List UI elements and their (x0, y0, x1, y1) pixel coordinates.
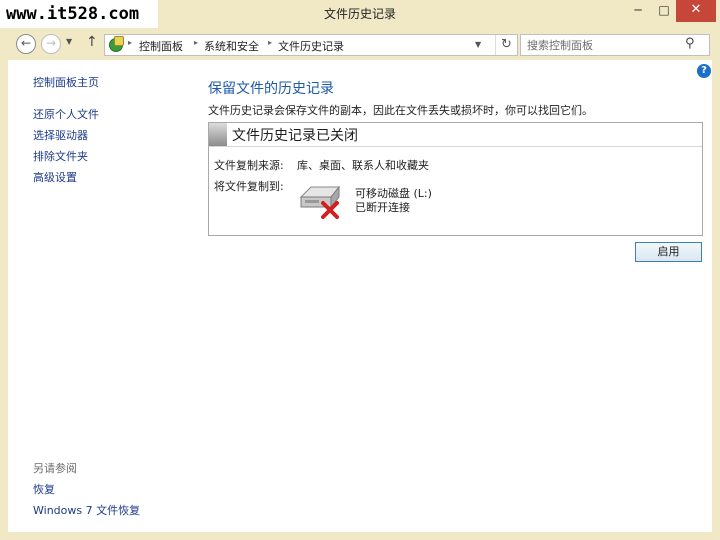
sidebar-item-select-drive[interactable]: 选择驱动器 (33, 127, 88, 143)
sidebar-item-home[interactable]: 控制面板主页 (33, 74, 99, 90)
title-bar: 文件历史记录 www.it528.com ─ □ ✕ (0, 0, 720, 30)
maximize-button[interactable]: □ (652, 0, 676, 22)
window: 文件历史记录 www.it528.com ─ □ ✕ ← → ▼ ↑ ▸ 控制面… (0, 0, 720, 540)
source-label: 文件复制来源: (214, 159, 284, 172)
minimize-button[interactable]: ─ (624, 0, 652, 22)
enable-button[interactable]: 启用 (635, 242, 702, 262)
source-value: 库、桌面、联系人和收藏夹 (297, 159, 429, 172)
recent-locations-button[interactable]: ▼ (66, 37, 72, 46)
close-button[interactable]: ✕ (676, 0, 716, 22)
target-label: 将文件复制到: (214, 180, 284, 193)
status-panel: 文件历史记录已关闭 文件复制来源: 库、桌面、联系人和收藏夹 将文件复制到: 可… (208, 122, 703, 236)
watermark: www.it528.com (0, 0, 158, 28)
see-also-heading: 另请参阅 (33, 462, 77, 475)
address-dropdown-icon[interactable]: ▼ (475, 40, 481, 49)
chevron-right-icon[interactable]: ▸ (128, 38, 132, 47)
sidebar-item-exclude-folders[interactable]: 排除文件夹 (33, 148, 88, 164)
status-panel-header: 文件历史记录已关闭 (209, 123, 702, 147)
up-button[interactable]: ↑ (86, 34, 98, 50)
search-icon[interactable]: ⚲ (685, 36, 695, 51)
page-title: 保留文件的历史记录 (208, 81, 334, 97)
forward-button[interactable]: → (41, 34, 61, 54)
help-icon[interactable]: ? (697, 64, 711, 78)
disconnected-drive-icon (299, 185, 341, 219)
search-box[interactable]: ⚲ (520, 34, 710, 56)
breadcrumb-system-security[interactable]: 系统和安全 (204, 38, 259, 54)
see-also-recovery[interactable]: 恢复 (33, 481, 55, 497)
drive-status: 已断开连接 (355, 201, 410, 214)
breadcrumb-control-panel[interactable]: 控制面板 (139, 38, 183, 54)
address-bar[interactable]: ▸ 控制面板 ▸ 系统和安全 ▸ 文件历史记录 ▼ ↻ (104, 34, 518, 56)
sidebar-item-restore-files[interactable]: 还原个人文件 (33, 106, 99, 122)
back-button[interactable]: ← (16, 34, 36, 54)
status-title: 文件历史记录已关闭 (232, 128, 358, 144)
search-input[interactable] (527, 37, 677, 53)
chevron-right-icon[interactable]: ▸ (268, 38, 272, 47)
content-area: 控制面板主页 还原个人文件 选择驱动器 排除文件夹 高级设置 另请参阅 恢复 W… (8, 60, 712, 532)
refresh-button[interactable]: ↻ (495, 35, 517, 55)
chevron-right-icon[interactable]: ▸ (194, 38, 198, 47)
control-panel-icon (109, 36, 124, 52)
page-description: 文件历史记录会保存文件的副本，因此在文件丢失或损坏时，你可以找回它们。 (208, 104, 593, 117)
breadcrumb-file-history[interactable]: 文件历史记录 (278, 38, 344, 54)
see-also-windows7-recovery[interactable]: Windows 7 文件恢复 (33, 502, 140, 518)
sidebar-item-advanced-settings[interactable]: 高级设置 (33, 169, 77, 185)
status-marker (209, 123, 227, 146)
navigation-bar: ← → ▼ ↑ ▸ 控制面板 ▸ 系统和安全 ▸ 文件历史记录 ▼ ↻ ⚲ (8, 30, 712, 60)
